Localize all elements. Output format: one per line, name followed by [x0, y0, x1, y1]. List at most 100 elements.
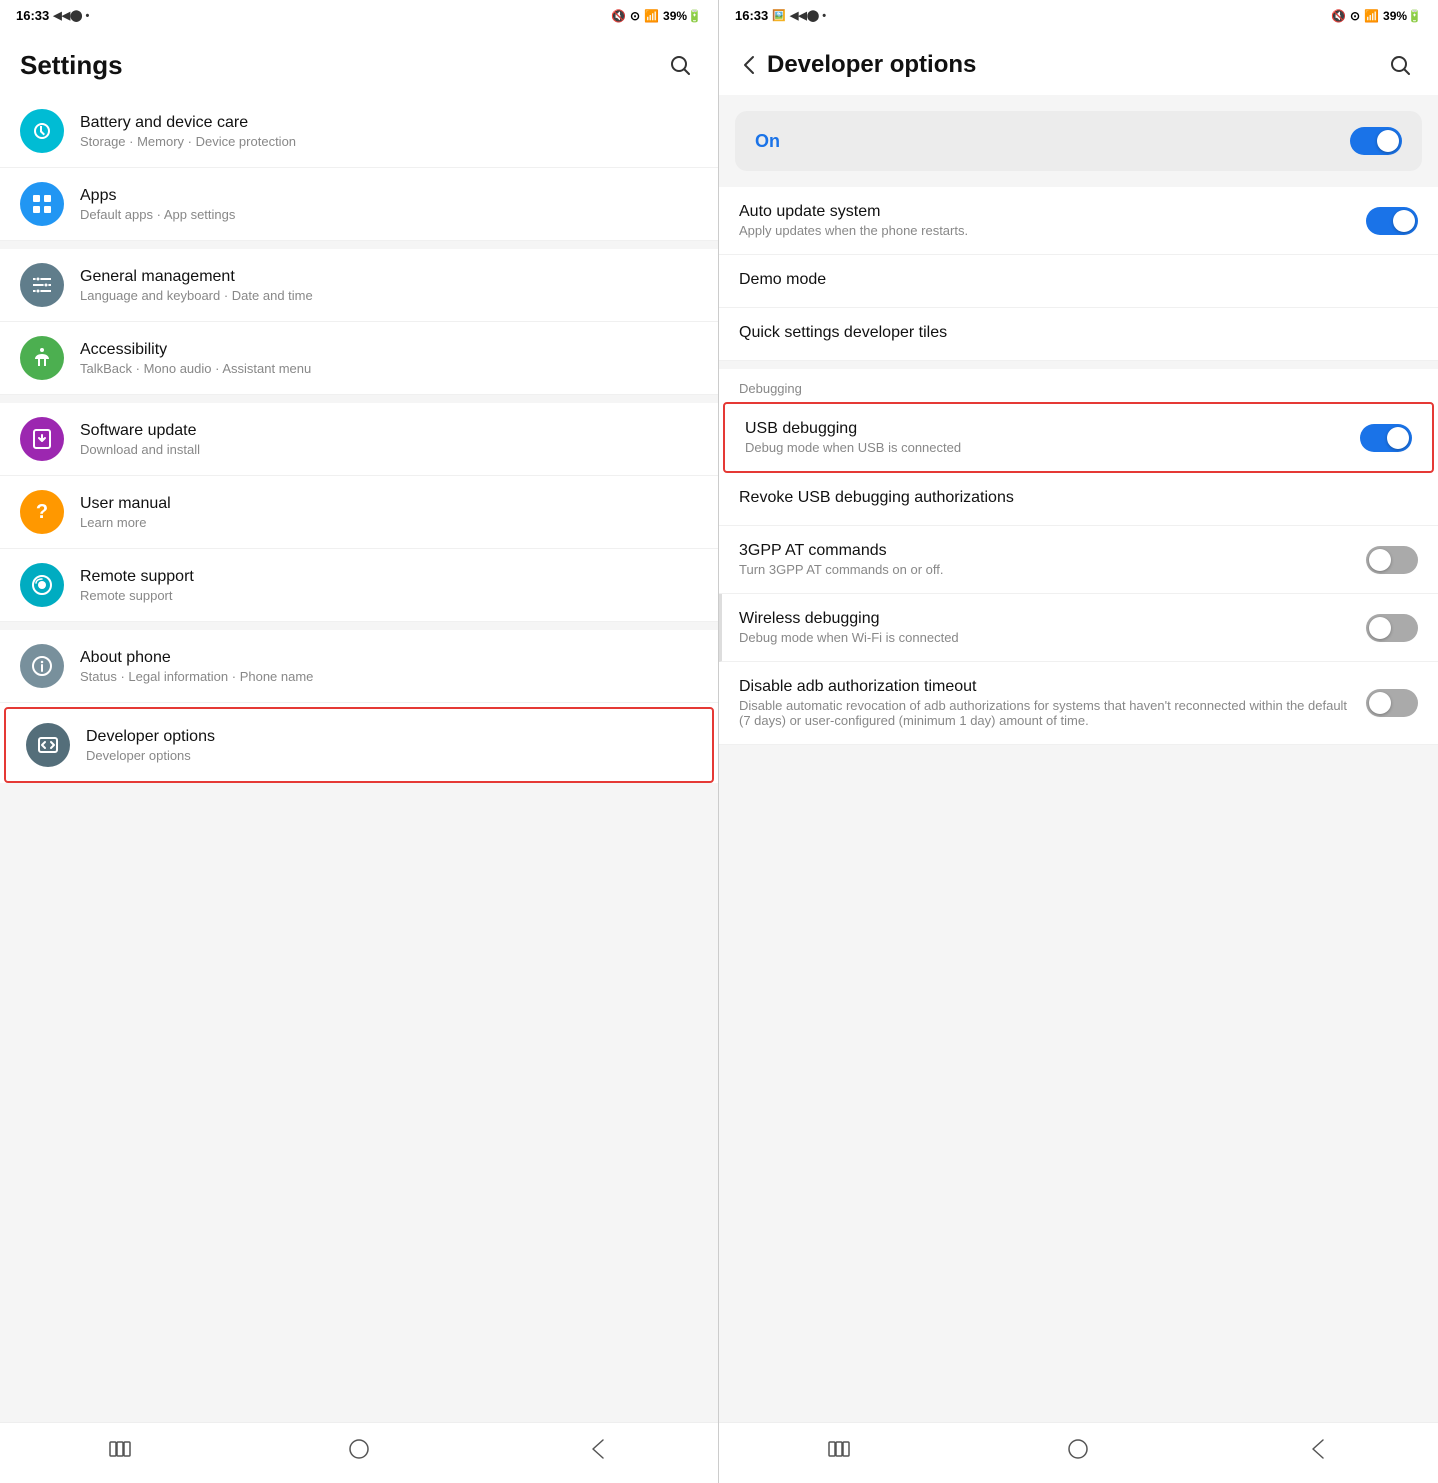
wireless-debug-text: Wireless debugging Debug mode when Wi-Fi…	[739, 610, 1366, 645]
wifi-icon-right: 📶	[1364, 9, 1379, 23]
nav-home-right[interactable]	[1054, 1435, 1102, 1463]
auto-update-text: Auto update system Apply updates when th…	[739, 203, 1366, 238]
developer-text-block: Developer options Developer options	[86, 728, 692, 763]
dev-item-auto-update[interactable]: Auto update system Apply updates when th…	[719, 187, 1438, 255]
location-icon: ⊙	[630, 9, 640, 23]
battery-text-block: Battery and device care Storage · Memory…	[80, 114, 698, 149]
status-bar-right: 16:33 🖼️ ◀◀⬤ • 🔇 ⊙ 📶 39%🔋	[719, 0, 1438, 31]
wireless-debug-toggle[interactable]	[1366, 614, 1418, 642]
settings-group-main: Battery and device care Storage · Memory…	[0, 95, 718, 783]
developer-content: On Auto update system Apply updates when…	[719, 95, 1438, 1422]
settings-item-software[interactable]: Software update Download and install	[0, 403, 718, 476]
settings-title: Settings	[20, 50, 123, 81]
usb-debugging-toggle[interactable]	[1360, 424, 1412, 452]
dev-item-quick-settings[interactable]: Quick settings developer tiles	[719, 308, 1438, 361]
developer-general-section: Auto update system Apply updates when th…	[719, 187, 1438, 361]
settings-item-battery[interactable]: Battery and device care Storage · Memory…	[0, 95, 718, 168]
back-button[interactable]	[739, 51, 759, 79]
nav-home-left[interactable]	[335, 1435, 383, 1463]
settings-item-apps[interactable]: Apps Default apps · App settings	[0, 168, 718, 241]
settings-item-usermanual[interactable]: ? User manual Learn more	[0, 476, 718, 549]
nav-recents-left[interactable]	[96, 1435, 144, 1463]
debugging-label: Debugging	[719, 369, 1438, 402]
disable-adb-subtitle: Disable automatic revocation of adb auth…	[739, 698, 1354, 728]
nav-bar-right	[719, 1422, 1438, 1483]
settings-search-button[interactable]	[662, 47, 698, 83]
quick-settings-title: Quick settings developer tiles	[739, 324, 1418, 342]
demo-mode-text: Demo mode	[739, 271, 1418, 291]
developer-icon	[26, 723, 70, 767]
usermanual-icon: ?	[20, 490, 64, 534]
image-icon: 🖼️	[772, 9, 786, 22]
about-title: About phone	[80, 649, 698, 667]
settings-item-about[interactable]: About phone Status · Legal information ·…	[0, 630, 718, 703]
divider-1	[0, 241, 718, 249]
wireless-debug-subtitle: Debug mode when Wi-Fi is connected	[739, 630, 1366, 645]
about-text-block: About phone Status · Legal information ·…	[80, 649, 698, 684]
status-bar-left: 16:33 ◀◀⬤ • 🔇 ⊙ 📶 39%🔋	[0, 0, 718, 31]
disable-adb-text: Disable adb authorization timeout Disabl…	[739, 678, 1354, 728]
signal-icons-right: ◀◀⬤ •	[790, 9, 826, 22]
nav-back-left[interactable]	[574, 1435, 622, 1463]
settings-list: Battery and device care Storage · Memory…	[0, 95, 718, 1422]
apps-text-block: Apps Default apps · App settings	[80, 187, 698, 222]
settings-item-accessibility[interactable]: Accessibility TalkBack · Mono audio · As…	[0, 322, 718, 395]
developer-on-label: On	[755, 131, 780, 152]
settings-item-general[interactable]: General management Language and keyboard…	[0, 249, 718, 322]
time-right: 16:33	[735, 8, 768, 23]
dev-item-usb-debugging[interactable]: USB debugging Debug mode when USB is con…	[723, 402, 1434, 473]
general-title: General management	[80, 268, 698, 286]
apps-subtitle: Default apps · App settings	[80, 207, 698, 222]
remote-subtitle: Remote support	[80, 588, 698, 603]
signal-icons-left: ◀◀⬤ •	[53, 9, 89, 22]
battery-text-right: 39%🔋	[1383, 9, 1422, 23]
3gpp-toggle[interactable]	[1366, 546, 1418, 574]
software-icon	[20, 417, 64, 461]
mute-icon: 🔇	[611, 9, 626, 23]
dev-item-revoke-usb[interactable]: Revoke USB debugging authorizations	[719, 473, 1438, 526]
on-section-wrapper: On	[719, 95, 1438, 187]
3gpp-text: 3GPP AT commands Turn 3GPP AT commands o…	[739, 542, 1366, 577]
developer-on-toggle[interactable]	[1350, 127, 1402, 155]
apps-icon	[20, 182, 64, 226]
revoke-usb-text: Revoke USB debugging authorizations	[739, 489, 1418, 509]
dev-item-demo-mode[interactable]: Demo mode	[719, 255, 1438, 308]
settings-item-developer[interactable]: Developer options Developer options	[4, 707, 714, 783]
battery-title: Battery and device care	[80, 114, 698, 132]
accessibility-title: Accessibility	[80, 341, 698, 359]
status-icons-right: 🔇 ⊙ 📶 39%🔋	[1331, 9, 1422, 23]
nav-back-right[interactable]	[1294, 1435, 1342, 1463]
3gpp-title: 3GPP AT commands	[739, 542, 1366, 560]
dev-item-wireless-debug[interactable]: Wireless debugging Debug mode when Wi-Fi…	[719, 594, 1438, 662]
accessibility-text-block: Accessibility TalkBack · Mono audio · As…	[80, 341, 698, 376]
software-text-block: Software update Download and install	[80, 422, 698, 457]
settings-header: Settings	[0, 31, 718, 95]
time-left: 16:33	[16, 8, 49, 23]
quick-settings-text: Quick settings developer tiles	[739, 324, 1418, 344]
demo-mode-title: Demo mode	[739, 271, 1418, 289]
status-icons-left: 🔇 ⊙ 📶 39%🔋	[611, 9, 702, 23]
wifi-icon: 📶	[644, 9, 659, 23]
auto-update-toggle[interactable]	[1366, 207, 1418, 235]
software-title: Software update	[80, 422, 698, 440]
apps-title: Apps	[80, 187, 698, 205]
usermanual-subtitle: Learn more	[80, 515, 698, 530]
accessibility-subtitle: TalkBack · Mono audio · Assistant menu	[80, 361, 698, 376]
settings-item-remote[interactable]: Remote support Remote support	[0, 549, 718, 622]
developer-title: Developer options	[767, 51, 976, 79]
dev-item-3gpp[interactable]: 3GPP AT commands Turn 3GPP AT commands o…	[719, 526, 1438, 594]
usb-debugging-text: USB debugging Debug mode when USB is con…	[745, 420, 1360, 455]
search-icon	[668, 53, 692, 77]
usb-debugging-title: USB debugging	[745, 420, 1360, 438]
wireless-debug-title: Wireless debugging	[739, 610, 1366, 628]
dev-item-disable-adb[interactable]: Disable adb authorization timeout Disabl…	[719, 662, 1438, 745]
nav-recents-right[interactable]	[815, 1435, 863, 1463]
general-subtitle: Language and keyboard · Date and time	[80, 288, 698, 303]
disable-adb-toggle[interactable]	[1366, 689, 1418, 717]
general-text-block: General management Language and keyboard…	[80, 268, 698, 303]
developer-search-button[interactable]	[1382, 47, 1418, 83]
developer-header: Developer options	[719, 31, 1438, 95]
nav-bar-left	[0, 1422, 718, 1483]
auto-update-subtitle: Apply updates when the phone restarts.	[739, 223, 1366, 238]
usb-debugging-subtitle: Debug mode when USB is connected	[745, 440, 1360, 455]
